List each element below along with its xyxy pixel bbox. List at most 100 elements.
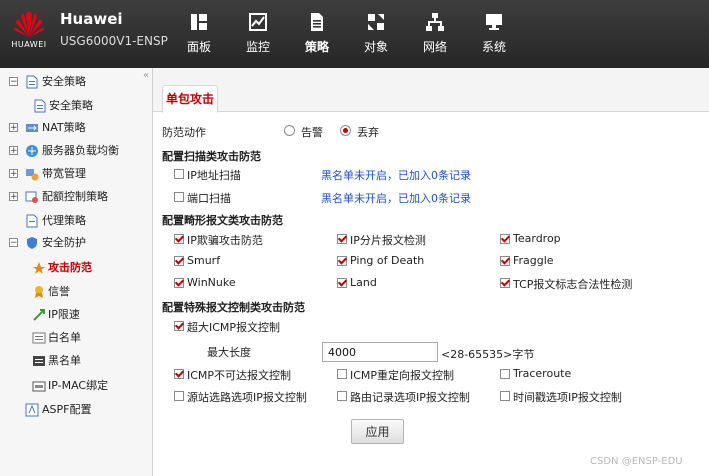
logo-text: HUAWEI bbox=[11, 40, 47, 49]
sidebar-item-bandwidth[interactable]: + 带宽管理 bbox=[0, 164, 150, 184]
nav-monitor[interactable]: 监控 bbox=[234, 12, 282, 55]
expand-toggle-icon[interactable]: + bbox=[9, 192, 18, 202]
teardrop-label: Teardrop bbox=[513, 232, 561, 245]
collapse-toggle-icon[interactable]: − bbox=[9, 238, 18, 248]
apply-button[interactable]: 应用 bbox=[351, 419, 404, 444]
land-checkbox[interactable] bbox=[337, 278, 347, 288]
sidebar-item-label: NAT策略 bbox=[42, 121, 86, 134]
smurf-checkbox[interactable] bbox=[174, 256, 184, 266]
nav-label: 策略 bbox=[304, 40, 329, 54]
ip-fragment-checkbox[interactable] bbox=[337, 234, 347, 244]
sidebar-item-nat-policy[interactable]: + NAT策略 bbox=[0, 118, 150, 138]
max-length-hint: <28-65535>字节 bbox=[441, 348, 535, 361]
route-record-label: 路由记录选项IP报文控制 bbox=[350, 391, 470, 404]
special-section-title: 配置特殊报文控制类攻击防范 bbox=[162, 301, 305, 314]
expand-toggle-icon[interactable]: + bbox=[9, 123, 18, 133]
sidebar-item-proxy-policy[interactable]: 代理策略 bbox=[0, 211, 150, 231]
port-scan-label: 端口扫描 bbox=[187, 192, 231, 205]
nav-label: 面板 bbox=[186, 40, 211, 54]
teardrop-checkbox[interactable] bbox=[500, 234, 510, 244]
nav-object[interactable]: 对象 bbox=[352, 12, 400, 55]
tab-bar: 单包攻击 bbox=[153, 68, 709, 113]
sidebar-item-aspf[interactable]: ASPF配置 bbox=[0, 400, 150, 420]
large-icmp-checkbox[interactable] bbox=[174, 321, 184, 331]
timestamp-checkbox[interactable] bbox=[500, 391, 510, 401]
object-icon bbox=[368, 14, 384, 30]
nav-network[interactable]: 网络 bbox=[411, 12, 459, 55]
icmp-unreachable-label: ICMP不可达报文控制 bbox=[187, 369, 292, 382]
traceroute-checkbox[interactable] bbox=[500, 369, 510, 379]
system-icon bbox=[486, 14, 502, 30]
sidebar-item-quota-control[interactable]: + 配额控制策略 bbox=[0, 187, 150, 207]
source-route-label: 源站选路选项IP报文控制 bbox=[187, 391, 307, 404]
server-lb-icon bbox=[26, 145, 38, 157]
drop-radio-label: 丢弃 bbox=[357, 126, 379, 139]
tcp-flag-check-checkbox[interactable] bbox=[500, 278, 510, 288]
expand-toggle-icon[interactable]: + bbox=[9, 169, 18, 179]
port-scan-blacklist-link[interactable]: 黑名单未开启，已加入0条记录 bbox=[321, 190, 471, 206]
sidebar-item-label: 安全策略 bbox=[42, 75, 86, 88]
watermark: CSDN @ENSP-EDU bbox=[590, 456, 683, 467]
tab-single-packet-attack[interactable]: 单包攻击 bbox=[162, 85, 218, 113]
max-length-label: 最大长度 bbox=[207, 346, 251, 359]
icmp-unreachable-checkbox[interactable] bbox=[174, 369, 184, 379]
source-route-checkbox[interactable] bbox=[174, 391, 184, 401]
sidebar-item-label: ASPF配置 bbox=[42, 403, 92, 416]
icmp-redirect-checkbox[interactable] bbox=[337, 369, 347, 379]
top-bar: HUAWEI Huawei USG6000V1-ENSP 面板 监控 策略 对象… bbox=[0, 0, 709, 68]
fraggle-checkbox[interactable] bbox=[500, 256, 510, 266]
sidebar-item-security-policy-group[interactable]: − 安全策略 bbox=[0, 72, 150, 92]
ip-scan-checkbox[interactable] bbox=[174, 169, 184, 179]
nav-dashboard[interactable]: 面板 bbox=[175, 12, 223, 55]
drop-radio[interactable] bbox=[340, 125, 351, 136]
policy-icon bbox=[311, 13, 323, 31]
sidebar-item-security-protection[interactable]: − 安全防护 bbox=[0, 233, 150, 253]
ip-scan-label: IP地址扫描 bbox=[187, 169, 241, 182]
winnuke-checkbox[interactable] bbox=[174, 278, 184, 288]
ip-spoofing-checkbox[interactable] bbox=[174, 234, 184, 244]
land-label: Land bbox=[350, 276, 377, 289]
nav-policy[interactable]: 策略 bbox=[293, 12, 341, 55]
sidebar-item-blacklist[interactable]: 黑名单 bbox=[0, 351, 150, 371]
sidebar-item-label: 攻击防范 bbox=[48, 261, 92, 274]
brand-name: Huawei bbox=[60, 10, 123, 28]
alert-radio[interactable] bbox=[284, 125, 295, 136]
fraggle-label: Fraggle bbox=[513, 254, 554, 267]
alert-radio-label: 告警 bbox=[301, 126, 323, 139]
sidebar-item-ip-rate-limit[interactable]: IP限速 bbox=[0, 305, 150, 325]
ip-mac-binding-icon bbox=[32, 381, 46, 392]
sidebar-item-label: 白名单 bbox=[48, 331, 81, 344]
ip-rate-limit-icon bbox=[33, 309, 45, 321]
proxy-icon bbox=[26, 214, 38, 228]
network-icon bbox=[426, 13, 444, 31]
nav-label: 监控 bbox=[245, 40, 270, 54]
expand-toggle-icon[interactable]: + bbox=[9, 146, 18, 156]
nav-system[interactable]: 系统 bbox=[470, 12, 518, 55]
traceroute-label: Traceroute bbox=[513, 367, 572, 380]
max-length-input[interactable] bbox=[322, 342, 438, 362]
sidebar-item-label: 安全策略 bbox=[49, 99, 93, 112]
nat-icon bbox=[26, 124, 38, 132]
sidebar-item-label: 代理策略 bbox=[42, 214, 86, 227]
large-icmp-label: 超大ICMP报文控制 bbox=[187, 321, 281, 334]
main-panel: 单包攻击 防范动作 告警 丢弃 配置扫描类攻击防范 IP地址扫描 黑名单未开启，… bbox=[153, 68, 709, 476]
sidebar-item-label: 黑名单 bbox=[48, 354, 81, 367]
sidebar-item-label: 信誉 bbox=[48, 285, 70, 298]
ping-of-death-checkbox[interactable] bbox=[337, 256, 347, 266]
sidebar: « − 安全策略 安全策略 + NAT策略 + 服务器负载均衡 + 带宽管理 +… bbox=[0, 68, 153, 476]
sidebar-item-ip-mac-binding[interactable]: IP-MAC绑定 bbox=[0, 376, 150, 396]
sidebar-item-reputation[interactable]: 信誉 bbox=[0, 282, 150, 302]
tcp-flag-check-label: TCP报文标志合法性检测 bbox=[513, 278, 633, 291]
sidebar-item-attack-defense[interactable]: 攻击防范 bbox=[0, 258, 150, 278]
nav-label: 系统 bbox=[481, 40, 506, 54]
port-scan-checkbox[interactable] bbox=[174, 192, 184, 202]
ip-scan-blacklist-link[interactable]: 黑名单未开启，已加入0条记录 bbox=[321, 167, 471, 183]
sidebar-item-whitelist[interactable]: 白名单 bbox=[0, 328, 150, 348]
route-record-checkbox[interactable] bbox=[337, 391, 347, 401]
sidebar-item-security-policy[interactable]: 安全策略 bbox=[0, 96, 150, 116]
sidebar-item-label: IP限速 bbox=[48, 308, 80, 321]
dashboard-icon bbox=[191, 14, 207, 30]
sidebar-item-server-load-balancing[interactable]: + 服务器负载均衡 bbox=[0, 141, 150, 161]
ip-fragment-label: IP分片报文检测 bbox=[350, 234, 426, 247]
collapse-toggle-icon[interactable]: − bbox=[9, 77, 18, 87]
